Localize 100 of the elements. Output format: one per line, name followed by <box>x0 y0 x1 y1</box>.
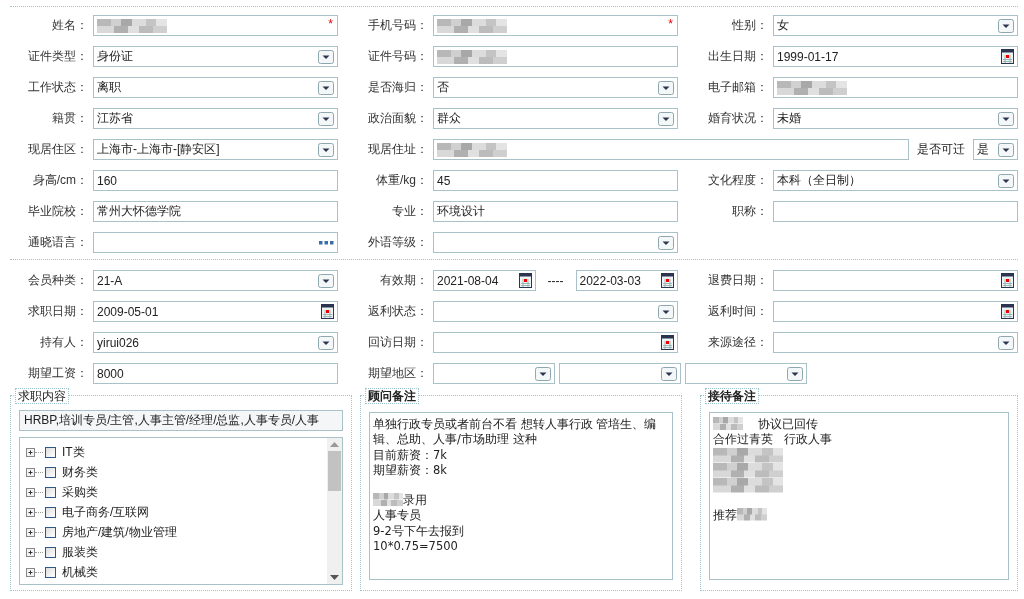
tree-item-label[interactable]: 财务类 <box>62 463 98 481</box>
dropdown-field[interactable]: 未婚 <box>773 108 1018 129</box>
required-asterisk: * <box>328 17 333 31</box>
calendar-icon[interactable] <box>1001 304 1014 319</box>
input-field[interactable] <box>773 201 1018 222</box>
expand-icon[interactable] <box>26 447 35 457</box>
input-field[interactable] <box>433 139 909 160</box>
scrollbar-thumb[interactable] <box>328 451 341 491</box>
field-label: 出生日期： <box>707 48 769 65</box>
checkbox[interactable] <box>45 526 56 538</box>
dropdown-field[interactable] <box>685 363 807 384</box>
input-field[interactable] <box>433 46 678 67</box>
section-legend: 接待备注 <box>705 388 759 404</box>
more-icon[interactable] <box>319 240 334 245</box>
dropdown-field[interactable]: 否 <box>433 77 678 98</box>
date-field[interactable] <box>773 270 1018 291</box>
date-field[interactable]: 2022-03-03 <box>575 270 678 291</box>
tree-item-label[interactable]: 服装类 <box>62 543 98 561</box>
dropdown-field[interactable]: yirui026 <box>93 332 338 353</box>
field-label: 现居住址： <box>367 141 429 158</box>
expand-icon[interactable] <box>26 527 35 537</box>
checkbox[interactable] <box>45 486 56 498</box>
notes-textarea[interactable]: 单独行政专员或者前台不看 想转人事行政 管培生、编辑、总助、人事/市场助理 这种 目前薪资：7k 期望薪资：8k 录用 人事专员 9-2号下午去报到 10*0.75=7500 <box>369 412 673 580</box>
field-label: 退费日期： <box>707 272 769 289</box>
dropdown-field[interactable] <box>433 301 678 322</box>
date-field[interactable] <box>773 301 1018 322</box>
scroll-down-icon[interactable] <box>330 575 339 580</box>
dropdown-field[interactable]: 江苏省 <box>93 108 338 129</box>
field-label: 外语等级： <box>367 234 429 251</box>
blurred-text <box>713 417 743 430</box>
note-text: 推荐 <box>713 507 737 522</box>
dropdown-field[interactable]: 女 <box>773 15 1018 36</box>
field-label: 职称： <box>731 203 769 220</box>
tree-item-label[interactable]: IT类 <box>62 443 85 461</box>
input-field[interactable]: 8000 <box>93 363 338 384</box>
date-field[interactable]: 2021-08-04 <box>433 270 536 291</box>
calendar-icon[interactable] <box>661 335 674 350</box>
scrollbar[interactable] <box>327 438 342 584</box>
dropdown-field[interactable]: 上海市-上海市-[静安区] <box>93 139 338 160</box>
calendar-icon[interactable] <box>1001 273 1014 288</box>
field-label: 返利时间： <box>707 303 769 320</box>
blurred-text <box>737 507 767 521</box>
notes-textarea[interactable]: 协议已回传 合作过青英 行政人事 推荐 <box>709 412 1009 580</box>
picker-field[interactable] <box>93 232 338 253</box>
tree-item-label[interactable]: 采购类 <box>62 483 98 501</box>
field-label: 政治面貌： <box>367 110 429 127</box>
calendar-icon[interactable] <box>321 304 334 319</box>
field-label: 证件类型： <box>27 48 89 65</box>
tree-item-label[interactable]: 机械类 <box>62 563 98 581</box>
checkbox[interactable] <box>45 466 56 478</box>
dropdown-field[interactable]: 21-A <box>93 270 338 291</box>
date-field[interactable]: 2009-05-01 <box>93 301 338 322</box>
input-field[interactable]: 160 <box>93 170 338 191</box>
expand-icon[interactable] <box>26 467 35 477</box>
input-field[interactable]: * <box>93 15 338 36</box>
field-label: 身高/cm： <box>31 172 89 189</box>
calendar-icon[interactable] <box>661 273 674 288</box>
checkbox[interactable] <box>45 566 56 578</box>
expand-icon[interactable] <box>26 487 35 497</box>
expand-icon[interactable] <box>26 567 35 577</box>
expand-icon[interactable] <box>26 507 35 517</box>
checkbox[interactable] <box>45 446 56 458</box>
blurred-text <box>437 18 507 33</box>
input-field[interactable]: 常州大怀德学院 <box>93 201 338 222</box>
input-field[interactable] <box>773 77 1018 98</box>
input-field[interactable]: * <box>433 15 678 36</box>
field-label: 是否可迁 <box>916 141 966 158</box>
note-text: 合作过青英 行政人事 <box>713 432 832 447</box>
dropdown-field[interactable]: 离职 <box>93 77 338 98</box>
tree-item-label[interactable]: 电子商务/互联网 <box>62 503 150 521</box>
date-field[interactable] <box>433 332 678 353</box>
calendar-icon[interactable] <box>518 273 532 288</box>
field-label: 姓名： <box>51 17 89 34</box>
dropdown-field[interactable] <box>433 232 678 253</box>
field-label: 籍贯： <box>51 110 89 127</box>
dropdown-field[interactable]: 是 <box>973 139 1018 160</box>
dropdown-field[interactable] <box>773 332 1018 353</box>
tree-item-label[interactable]: 房地产/建筑/物业管理 <box>62 523 177 541</box>
dropdown-field[interactable] <box>559 363 681 384</box>
field-label: 期望地区： <box>367 365 429 382</box>
expand-icon[interactable] <box>26 547 35 557</box>
required-asterisk: * <box>668 17 673 31</box>
dropdown-field[interactable]: 本科（全日制） <box>773 170 1018 191</box>
input-field[interactable]: 45 <box>433 170 678 191</box>
checkbox[interactable] <box>45 546 56 558</box>
blurred-text <box>437 142 507 157</box>
field-label: 通晓语言： <box>27 234 89 251</box>
dropdown-field[interactable] <box>433 363 555 384</box>
dropdown-field[interactable]: 群众 <box>433 108 678 129</box>
date-field[interactable]: 1999-01-17 <box>773 46 1018 67</box>
dropdown-field[interactable]: 身份证 <box>93 46 338 67</box>
calendar-icon[interactable] <box>1001 49 1014 64</box>
note-text: 单独行政专员或者前台不看 想转人事行政 管培生、编辑、总助、人事/市场助理 这种 <box>373 417 657 447</box>
field-label: 会员种类： <box>27 272 89 289</box>
field-label: 持有人： <box>39 334 89 351</box>
field-label: 性别： <box>731 17 769 34</box>
blurred-text <box>777 80 847 95</box>
checkbox[interactable] <box>45 506 56 518</box>
input-field[interactable]: 环境设计 <box>433 201 678 222</box>
selection-summary-field[interactable]: HRBP,培训专员/主管,人事主管/经理/总监,人事专员/人事 <box>19 410 343 431</box>
